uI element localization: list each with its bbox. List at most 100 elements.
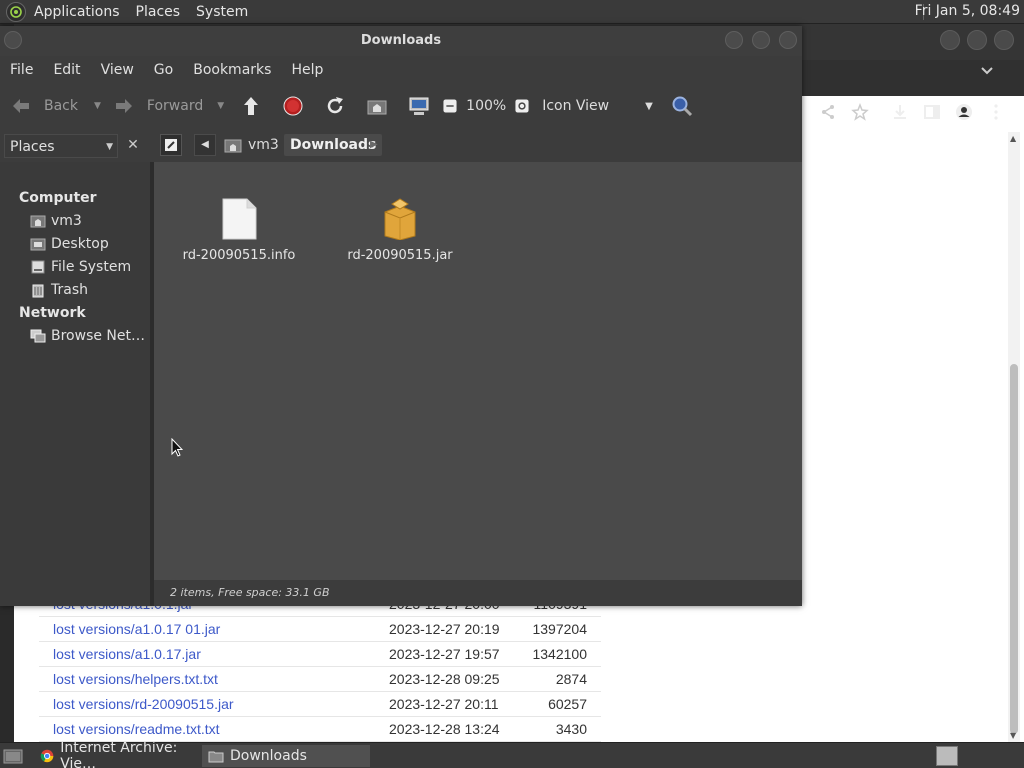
stop-button[interactable]: [282, 95, 304, 117]
view-mode-dropdown-icon: ▼: [645, 100, 653, 112]
file-link[interactable]: lost versions/helpers.txt.txt: [39, 667, 389, 691]
toolbar: Back ▼ Forward ▼ 100% Icon View ▼: [0, 86, 802, 126]
share-icon[interactable]: [818, 102, 838, 122]
file-icon-view[interactable]: rd-20090515.info rd-20090515.jar: [154, 162, 802, 580]
close-sidebar-icon[interactable]: ✕: [124, 136, 142, 154]
maximize-button[interactable]: [752, 31, 770, 49]
sidebar-item-desktop[interactable]: Desktop: [30, 236, 109, 252]
stop-icon: [283, 96, 303, 116]
table-row: lost versions/a1.0.17 01.jar 2023-12-27 …: [39, 617, 601, 642]
menu-go[interactable]: Go: [144, 62, 183, 78]
up-button[interactable]: [240, 95, 262, 117]
system-menu[interactable]: System: [188, 4, 256, 20]
sidebar-item-vm3[interactable]: vm3: [30, 213, 82, 229]
download-icon[interactable]: [890, 102, 910, 122]
file-date: 2023-12-27 19:57: [389, 646, 500, 662]
zoom-out-button[interactable]: [442, 98, 458, 114]
breadcrumb-downloads[interactable]: Downloads: [284, 134, 383, 156]
menu-file[interactable]: File: [0, 62, 43, 78]
places-menu[interactable]: Places: [128, 4, 189, 20]
workspace-switcher[interactable]: [936, 746, 958, 766]
sidebar-item-trash[interactable]: Trash: [30, 282, 88, 298]
window-menu-button[interactable]: [4, 31, 22, 49]
sidebar-item-file-system[interactable]: File System: [30, 259, 131, 275]
file-date: 2023-12-27 20:19: [389, 621, 500, 637]
home-button[interactable]: [366, 95, 388, 117]
forward-history-dropdown-icon[interactable]: ▼: [217, 101, 224, 111]
top-panel: Applications Places System Fri Jan 5, 08…: [0, 0, 1024, 24]
sidebar-type-select[interactable]: Places ▼: [4, 134, 118, 158]
file-item[interactable]: rd-20090515.jar: [330, 198, 470, 263]
sidebar-heading-computer: Computer: [19, 190, 97, 206]
edit-location-button[interactable]: [160, 134, 182, 156]
file-size: 2874: [555, 671, 587, 687]
computer-icon: [409, 97, 429, 115]
view-mode-label: Icon View: [542, 98, 610, 114]
network-icon: [30, 329, 46, 343]
scrollbar-thumb[interactable]: [1010, 364, 1018, 734]
zoom-in-icon: [515, 99, 529, 113]
file-link[interactable]: lost versions/rd-20090515.jar: [39, 692, 389, 716]
breadcrumb-scroll-right-icon[interactable]: ▶: [370, 134, 384, 156]
file-listing-table: lost versions/a1.0.1.jar 2023-12-27 20:0…: [39, 592, 601, 742]
close-button[interactable]: [994, 30, 1014, 50]
zoom-in-button[interactable]: [514, 98, 530, 114]
chrome-icon: [40, 749, 54, 763]
window-titlebar[interactable]: Downloads: [0, 26, 802, 56]
menu-view[interactable]: View: [91, 62, 144, 78]
window-title: Downloads: [360, 33, 442, 48]
file-name: rd-20090515.info: [182, 248, 296, 263]
mouse-cursor-icon: [171, 438, 183, 457]
file-date: 2023-12-27 20:11: [389, 696, 499, 712]
close-button[interactable]: [779, 31, 797, 49]
file-item[interactable]: rd-20090515.info: [169, 198, 309, 263]
file-manager-window: Downloads File Edit View Go Bookmarks He…: [0, 26, 802, 606]
minimize-button[interactable]: [940, 30, 960, 50]
more-menu-icon[interactable]: [986, 102, 1006, 122]
back-history-dropdown-icon[interactable]: ▼: [94, 101, 101, 111]
drive-icon: [31, 260, 45, 274]
taskbar-item-browser[interactable]: Internet Archive: Vie…: [34, 740, 200, 768]
menu-bookmarks[interactable]: Bookmarks: [183, 62, 281, 78]
clock[interactable]: Fri Jan 5, 08:49: [915, 3, 1020, 19]
table-row: lost versions/rd-20090515.jar 2023-12-27…: [39, 692, 601, 717]
file-link[interactable]: lost versions/readme.txt.txt: [39, 717, 389, 741]
places-sidebar: Computer vm3 Desktop File System Trash N…: [0, 162, 150, 606]
maximize-button[interactable]: [967, 30, 987, 50]
profile-avatar-icon[interactable]: [954, 102, 974, 122]
file-date: 2023-12-28 09:25: [389, 671, 500, 687]
bookmark-star-icon[interactable]: [850, 102, 870, 122]
side-panel-icon[interactable]: [922, 102, 942, 122]
taskbar-item-downloads[interactable]: Downloads: [202, 745, 370, 767]
applications-menu[interactable]: Applications: [26, 4, 128, 20]
forward-button[interactable]: Forward ▼: [113, 95, 224, 117]
file-link[interactable]: lost versions/a1.0.17 01.jar: [39, 617, 389, 641]
minimize-button[interactable]: [725, 31, 743, 49]
pencil-icon: [165, 139, 177, 151]
location-bar: Places ▼ ✕ ◀ vm3 Downloads ▶: [0, 128, 802, 162]
reload-button[interactable]: [324, 95, 346, 117]
page-scrollbar[interactable]: ▲ ▼: [1008, 132, 1020, 742]
zoom-level: 100%: [466, 98, 507, 114]
folder-icon: [208, 751, 224, 763]
gnome-foot-icon[interactable]: [6, 1, 26, 22]
tab-search-icon[interactable]: [980, 64, 994, 80]
forward-arrow-icon: [115, 99, 132, 113]
menu-help[interactable]: Help: [281, 62, 333, 78]
show-desktop-icon[interactable]: [2, 746, 24, 766]
menu-edit[interactable]: Edit: [43, 62, 90, 78]
computer-button[interactable]: [408, 95, 430, 117]
breadcrumb-vm3[interactable]: vm3: [220, 134, 287, 156]
sidebar-item-browse-network[interactable]: Browse Net…: [30, 328, 145, 344]
sidebar-type-label: Places: [10, 139, 55, 155]
menubar: File Edit View Go Bookmarks Help: [0, 56, 802, 84]
file-link[interactable]: lost versions/a1.0.17.jar: [39, 642, 389, 666]
scroll-up-arrow-icon[interactable]: ▲: [1010, 134, 1016, 143]
view-mode-select[interactable]: Icon View ▼: [542, 98, 653, 114]
back-button[interactable]: Back ▼: [10, 95, 101, 117]
breadcrumb-scroll-left-icon[interactable]: ◀: [194, 134, 216, 156]
scroll-down-arrow-icon[interactable]: ▼: [1010, 731, 1016, 740]
home-folder-icon: [224, 139, 242, 153]
chevron-down-icon: ▼: [106, 142, 113, 152]
search-button[interactable]: [671, 95, 693, 117]
